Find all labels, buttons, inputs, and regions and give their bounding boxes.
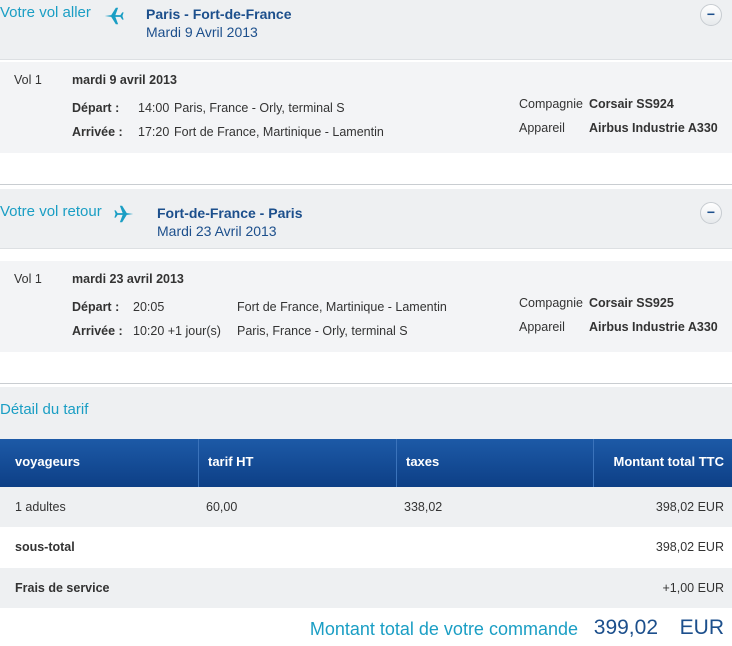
airplane-icon xyxy=(114,205,134,223)
outbound-arrive-place: Fort de France, Martinique - Lamentin xyxy=(174,125,384,139)
return-arrive-time: 10:20 +1 jour(s) xyxy=(133,324,221,338)
subtotal-label: sous-total xyxy=(15,540,75,554)
cell-total: 398,02 EUR xyxy=(655,500,724,514)
table-row: 1 adultes 60,00 338,02 398,02 EUR xyxy=(0,487,732,527)
order-total: Montant total de votre commande 399,02 E… xyxy=(0,610,732,646)
return-direction-label: Votre vol retour xyxy=(0,203,102,220)
outbound-flight-date: mardi 9 avril 2013 xyxy=(72,73,177,87)
outbound-company-label: Compagnie xyxy=(519,97,583,111)
outbound-aircraft-value: Airbus Industrie A330 xyxy=(589,121,718,135)
outbound-details: Vol 1 mardi 9 avril 2013 Départ : 14:00 … xyxy=(0,61,732,153)
return-arrive-place: Paris, France - Orly, terminal S xyxy=(237,324,408,338)
order-total-amount: 399,02 xyxy=(593,616,658,639)
return-flight-number: Vol 1 xyxy=(14,272,42,286)
order-total-label: Montant total de votre commande xyxy=(309,619,578,639)
return-header: Votre vol retour Fort-de-France - Paris … xyxy=(0,189,732,249)
outbound-flight-number: Vol 1 xyxy=(14,73,42,87)
return-details: Vol 1 mardi 23 avril 2013 Départ : 20:05… xyxy=(0,260,732,352)
fees-value: +1,00 EUR xyxy=(662,581,725,595)
col-header-tarif-ht: tarif HT xyxy=(208,454,254,469)
cell-tarif-ht: 60,00 xyxy=(206,500,238,514)
outbound-aircraft-label: Appareil xyxy=(519,121,565,135)
outbound-date: Mardi 9 Avril 2013 xyxy=(146,24,258,40)
return-aircraft-label: Appareil xyxy=(519,320,565,334)
column-divider xyxy=(593,439,594,487)
section-divider xyxy=(0,184,732,185)
return-flight-date: mardi 23 avril 2013 xyxy=(72,272,184,286)
outbound-header: Votre vol aller Paris - Fort-de-France M… xyxy=(0,0,732,60)
outbound-depart-time: 14:00 xyxy=(138,101,170,115)
tarif-table-header: voyageurs tarif HT taxes Montant total T… xyxy=(0,439,732,487)
return-collapse-button[interactable]: − xyxy=(700,202,722,224)
fees-label: Frais de service xyxy=(15,581,110,595)
return-company-label: Compagnie xyxy=(519,296,583,310)
column-divider xyxy=(396,439,397,487)
outbound-collapse-button[interactable]: − xyxy=(700,4,722,26)
order-total-currency: EUR xyxy=(679,616,724,639)
return-arrive-label: Arrivée : xyxy=(72,324,123,338)
subtotal-value: 398,02 EUR xyxy=(655,540,724,554)
return-date: Mardi 23 Avril 2013 xyxy=(157,223,277,239)
outbound-arrive-label: Arrivée : xyxy=(72,125,123,139)
col-header-voyageurs: voyageurs xyxy=(15,454,81,469)
return-company-value: Corsair SS925 xyxy=(589,296,674,310)
airplane-icon xyxy=(104,7,124,25)
cell-taxes: 338,02 xyxy=(404,500,443,514)
outbound-route: Paris - Fort-de-France xyxy=(146,6,292,22)
outbound-direction-label: Votre vol aller xyxy=(0,4,91,21)
return-depart-label: Départ : xyxy=(72,300,120,314)
return-depart-place: Fort de France, Martinique - Lamentin xyxy=(237,300,447,314)
tarif-section-header: Détail du tarif xyxy=(0,387,732,439)
fees-row: Frais de service +1,00 EUR xyxy=(0,568,732,608)
col-header-taxes: taxes xyxy=(406,454,440,469)
tarif-title: Détail du tarif xyxy=(0,401,89,418)
return-aircraft-value: Airbus Industrie A330 xyxy=(589,320,718,334)
outbound-depart-label: Départ : xyxy=(72,101,120,115)
column-divider xyxy=(198,439,199,487)
subtotal-row: sous-total 398,02 EUR xyxy=(0,527,732,567)
outbound-arrive-time: 17:20 xyxy=(138,125,170,139)
outbound-company-value: Corsair SS924 xyxy=(589,97,674,111)
outbound-depart-place: Paris, France - Orly, terminal S xyxy=(174,101,345,115)
return-depart-time: 20:05 xyxy=(133,300,165,314)
cell-voyageurs: 1 adultes xyxy=(15,500,66,514)
return-route: Fort-de-France - Paris xyxy=(157,205,303,221)
section-divider xyxy=(0,383,732,384)
col-header-total: Montant total TTC xyxy=(613,454,724,469)
